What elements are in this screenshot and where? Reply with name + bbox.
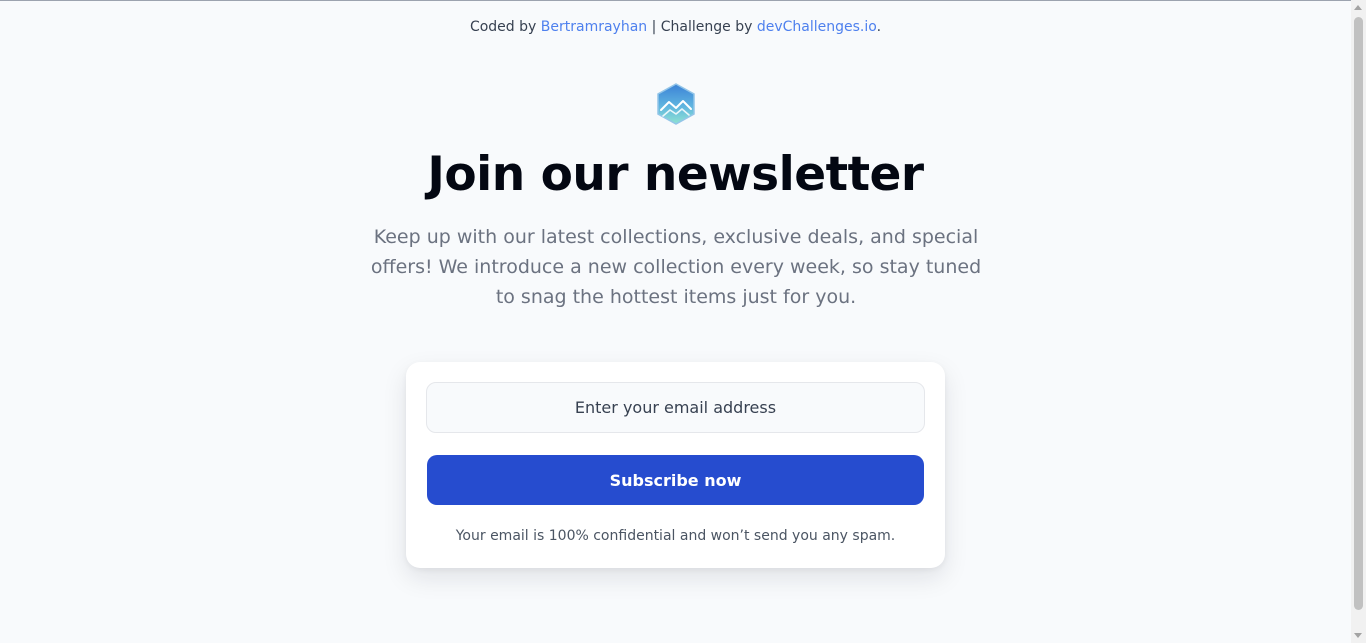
attribution-separator: | Challenge by xyxy=(647,19,757,35)
privacy-note: Your email is 100% confidential and won’… xyxy=(455,528,896,544)
scroll-up-icon[interactable] xyxy=(1354,5,1362,10)
author-link[interactable]: Bertramrayhan xyxy=(541,19,647,35)
newsletter-card: Subscribe now Your email is 100% confide… xyxy=(406,362,945,568)
subscribe-button[interactable]: Subscribe now xyxy=(427,455,924,505)
scrollbar-thumb[interactable] xyxy=(1354,17,1363,610)
attribution-suffix: . xyxy=(876,19,882,35)
page-subtitle: Keep up with our latest collections, exc… xyxy=(370,226,982,308)
email-field[interactable] xyxy=(426,382,925,433)
scroll-down-icon[interactable] xyxy=(1354,633,1362,638)
attribution: Coded by Bertramrayhan | Challenge by de… xyxy=(0,17,1351,37)
page-title: Join our newsletter xyxy=(427,147,924,202)
challenge-link[interactable]: devChallenges.io xyxy=(757,19,877,35)
window-top-border xyxy=(0,0,1366,1)
coded-by-prefix: Coded by xyxy=(469,19,541,35)
mountain-hexagon-icon xyxy=(657,83,695,125)
vertical-scrollbar[interactable] xyxy=(1351,0,1366,643)
